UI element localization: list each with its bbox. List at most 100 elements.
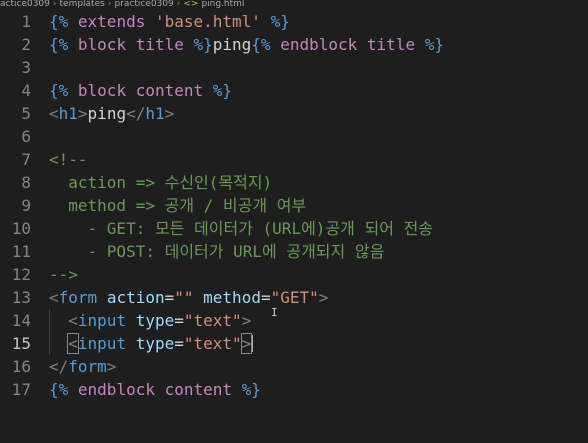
text-cursor xyxy=(251,335,254,352)
line-number: 1 xyxy=(21,12,31,31)
code-text: <input type="text"> xyxy=(49,309,251,332)
code-line[interactable]: 16 </form> xyxy=(0,355,588,378)
code-line[interactable]: 2 {% block title %}ping{% endblock title … xyxy=(0,33,588,56)
code-text: {% block title %}ping{% endblock title %… xyxy=(49,33,444,56)
line-number: 16 xyxy=(11,357,31,376)
code-token: < xyxy=(49,288,59,307)
line-number: 10 xyxy=(11,219,31,238)
code-token: method => 공개 / 비공개 여부 xyxy=(49,196,307,215)
code-token: 'base.html' xyxy=(154,12,271,31)
code-line[interactable]: 5 <h1>ping</h1> xyxy=(0,102,588,125)
code-token: --> xyxy=(49,265,78,284)
code-token: = xyxy=(174,311,184,330)
code-token: <!-- xyxy=(49,150,88,169)
code-text: </form> xyxy=(49,355,116,378)
code-token: < xyxy=(67,333,79,354)
code-token: </ xyxy=(126,104,146,123)
code-token: </ xyxy=(49,357,69,376)
code-editor[interactable]: 1 {% extends 'base.html' %} 2 {% block titl… xyxy=(0,10,588,443)
code-token: - GET: 모든 데이터가 (URL에)공개 되어 전송 xyxy=(49,219,434,238)
code-token: action => 수신인(목적지) xyxy=(49,173,273,192)
code-line[interactable]: 12 --> xyxy=(0,263,588,286)
code-token: > xyxy=(318,288,329,307)
code-line[interactable]: 11 - POST: 데이터가 URL에 공개되지 않음 xyxy=(0,240,588,263)
line-number: 6 xyxy=(21,127,31,146)
code-line[interactable]: 10 - GET: 모든 데이터가 (URL에)공개 되어 전송 xyxy=(0,217,588,240)
code-line[interactable]: 14 <input type="text"> xyxy=(0,309,588,332)
code-line[interactable]: 1 {% extends 'base.html' %} xyxy=(0,10,588,33)
code-token: > xyxy=(241,311,252,330)
code-token: {% xyxy=(251,35,281,54)
line-number: 8 xyxy=(21,173,31,192)
code-token: - POST: 데이터가 URL에 공개되지 않음 xyxy=(49,242,385,261)
line-number: 12 xyxy=(11,265,31,284)
code-token: %} xyxy=(270,12,290,31)
line-number: 5 xyxy=(21,104,31,123)
code-text: action => 수신인(목적지) xyxy=(49,171,272,194)
code-token: {% xyxy=(49,35,78,54)
code-token: form xyxy=(58,288,107,307)
code-text: {% extends 'base.html' %} xyxy=(49,10,290,33)
code-line[interactable]: 4 {% block content %} xyxy=(0,79,588,102)
code-token: action xyxy=(106,288,165,307)
code-line[interactable]: 9 method => 공개 / 비공개 여부 xyxy=(0,194,588,217)
code-line[interactable]: 3 xyxy=(0,56,588,79)
code-token: > xyxy=(77,104,88,123)
line-number: 17 xyxy=(11,380,31,399)
code-token: extends xyxy=(77,12,155,31)
code-token: "" xyxy=(174,288,204,307)
code-token: > xyxy=(164,104,175,123)
code-token: input xyxy=(77,311,136,330)
code-token: {% xyxy=(49,380,78,399)
code-token: {% xyxy=(49,81,78,100)
code-token: block xyxy=(77,35,136,54)
line-number: 7 xyxy=(21,150,31,169)
code-line[interactable]: 17 {% endblock content %} xyxy=(0,378,588,401)
code-token: < xyxy=(49,104,59,123)
breadcrumb-file[interactable]: ping.html xyxy=(201,0,244,9)
breadcrumb-folder-templates[interactable]: templates xyxy=(60,0,105,9)
code-token: %} xyxy=(241,380,261,399)
code-line[interactable]: 7 <!-- xyxy=(0,148,588,171)
code-text: - POST: 데이터가 URL에 공개되지 않음 xyxy=(49,240,385,263)
line-number: 4 xyxy=(21,81,31,100)
code-token: = xyxy=(174,334,184,353)
line-number: 2 xyxy=(21,35,31,54)
code-token: ping xyxy=(87,104,127,123)
code-text: {% endblock content %} xyxy=(49,378,261,401)
code-line[interactable]: 13 <form action="" method="GET"> xyxy=(0,286,588,309)
code-token: form xyxy=(68,357,107,376)
code-token: {% xyxy=(49,12,78,31)
code-text: <form action="" method="GET"> xyxy=(49,286,328,309)
html-file-icon: <> xyxy=(183,0,199,9)
breadcrumb: actice0309 › templates › practice0309 › <> ping… xyxy=(0,0,588,10)
code-text: - GET: 모든 데이터가 (URL에)공개 되어 전송 xyxy=(49,217,434,240)
code-token: content xyxy=(135,81,213,100)
code-token: = xyxy=(164,288,175,307)
line-number: 11 xyxy=(11,242,31,261)
breadcrumb-folder-app[interactable]: practice0309 xyxy=(114,0,173,9)
code-token: > xyxy=(106,357,117,376)
line-number: 9 xyxy=(21,196,31,215)
chevron-right-icon: › xyxy=(52,0,57,9)
code-token: %} xyxy=(212,81,233,100)
code-token: h1 xyxy=(145,104,165,123)
code-line[interactable]: 6 xyxy=(0,125,588,148)
code-token: ping xyxy=(212,35,252,54)
code-line[interactable]: 8 action => 수신인(목적지) xyxy=(0,171,588,194)
code-line[interactable]: 15 <input type="text"> xyxy=(0,332,588,355)
code-text: {% block content %} xyxy=(49,79,232,102)
code-token: h1 xyxy=(58,104,78,123)
code-token: %} xyxy=(193,35,213,54)
code-text: --> xyxy=(49,263,78,286)
line-number: 15 xyxy=(11,334,31,353)
breadcrumb-folder-project[interactable]: actice0309 xyxy=(0,0,50,9)
code-token: "text" xyxy=(183,311,242,330)
code-token: title xyxy=(135,35,194,54)
chevron-right-icon: › xyxy=(176,0,181,9)
code-token: content xyxy=(164,380,242,399)
code-token: %} xyxy=(424,35,444,54)
line-number: 13 xyxy=(11,288,31,307)
